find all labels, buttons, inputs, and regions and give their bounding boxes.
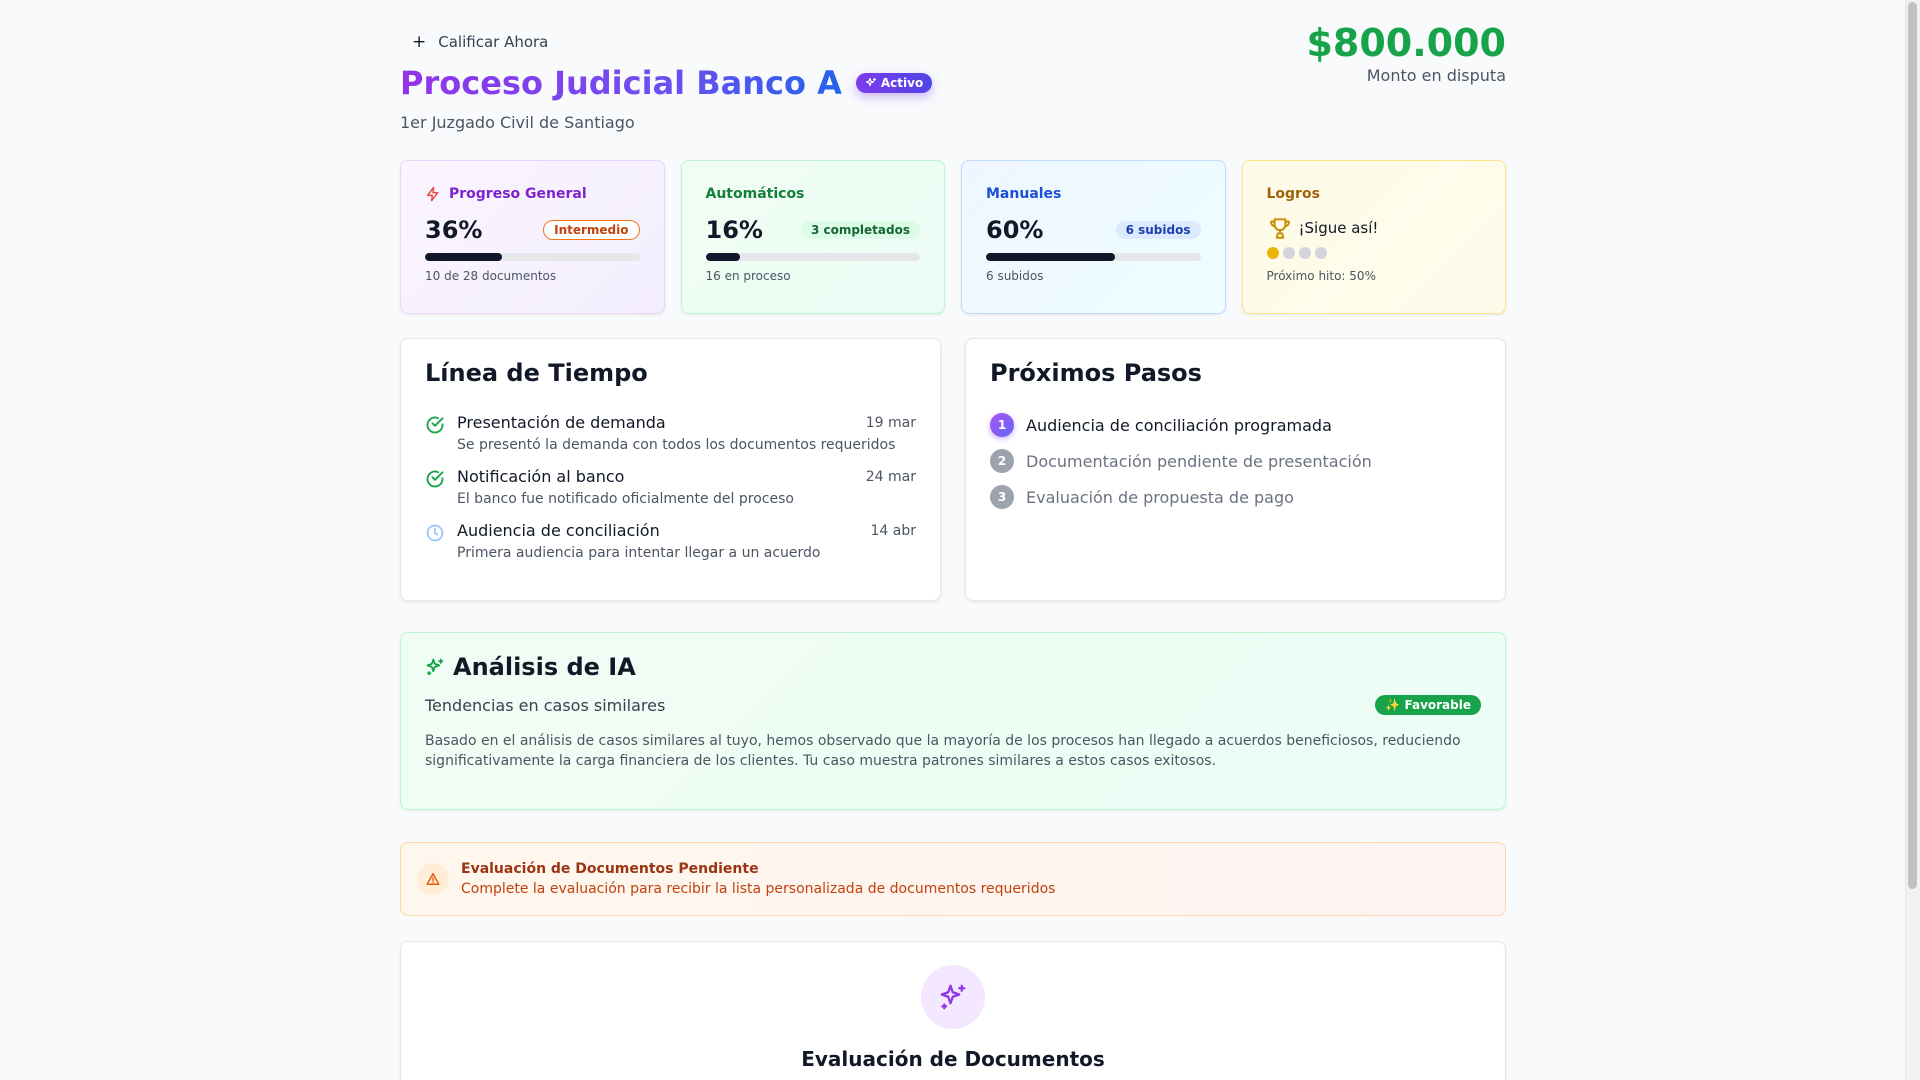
status-badge-label: Activo — [880, 76, 924, 90]
timeline-item-body: Presentación de demanda 19 mar Se presentó… — [457, 413, 916, 453]
lightning-icon — [426, 186, 439, 202]
next-steps-list: 1 Audiencia de conciliación programada 2 Do… — [990, 413, 1481, 509]
completed-badge: 3 completados — [800, 221, 920, 239]
automatic-docs-fill — [705, 253, 740, 261]
scrollbar-thumb[interactable] — [1908, 2, 1917, 889]
timeline-item-title: Presentación de demanda — [457, 413, 666, 432]
timeline-item-body: Audiencia de conciliación 14 abr Primera a… — [457, 521, 916, 561]
milestone-dot — [1266, 247, 1279, 259]
step-number: 1 — [990, 413, 1014, 437]
next-steps-panel: Próximos Pasos 1 Audiencia de conciliació… — [965, 338, 1506, 601]
step-label: Audiencia de conciliación programada — [1026, 415, 1332, 435]
general-progress-label: Progreso General — [449, 186, 587, 202]
timeline-item-title: Audiencia de conciliación — [457, 521, 660, 540]
general-progress-footer: 10 de 28 documentos — [425, 269, 557, 283]
check-circle-icon — [425, 415, 445, 435]
ai-analysis-title: Análisis de IA — [453, 653, 636, 681]
trophy-icon — [1269, 218, 1290, 239]
document-evaluation-title: Evaluación de Documentos — [801, 1047, 1105, 1071]
manual-docs-value: 60% — [986, 216, 1044, 244]
milestone-dot — [1282, 247, 1295, 259]
general-progress-fill — [425, 253, 503, 261]
panels-row: Línea de Tiempo Presentación de demanda 1… — [400, 338, 1506, 601]
timeline-item: Presentación de demanda 19 mar Se presentó… — [425, 413, 916, 453]
stats-row: Progreso General 36% Intermedio 10 de 28… — [400, 160, 1506, 314]
achievements-card: Logros ¡Sigue así! Próximo hito: 50% — [1241, 160, 1506, 314]
timeline-item-desc: Se presentó la demanda con todos los doc… — [457, 437, 896, 453]
milestone-dot — [1314, 247, 1327, 259]
title-row: Proceso Judicial Banco A Activo — [400, 64, 933, 102]
court-name: 1er Juzgado Civil de Santiago — [400, 113, 635, 132]
manual-docs-label: Manuales — [986, 186, 1062, 202]
timeline-list: Presentación de demanda 19 mar Se presentó… — [425, 413, 916, 561]
milestone-dots — [1266, 247, 1482, 259]
rate-now-button[interactable]: + Calificar Ahora — [400, 28, 548, 56]
timeline-item: Audiencia de conciliación 14 abr Primera a… — [425, 521, 916, 561]
next-milestone: Próximo hito: 50% — [1266, 269, 1376, 283]
achievement-message: ¡Sigue así! — [1298, 219, 1379, 237]
timeline-item-date: 19 mar — [865, 414, 916, 431]
ai-analysis-text: Basado en el análisis de casos similares… — [425, 733, 1461, 769]
general-progress-value: 36% — [425, 216, 483, 244]
sparkles-icon — [865, 77, 876, 87]
automatic-docs-bar — [705, 253, 920, 261]
next-step-item: 3 Evaluación de propuesta de pago — [990, 485, 1481, 509]
step-number: 2 — [990, 449, 1014, 473]
favorable-badge: ✨ Favorable — [1375, 695, 1481, 715]
automatic-docs-label: Automáticos — [705, 186, 805, 202]
automatic-docs-footer: 16 en proceso — [705, 269, 791, 283]
next-steps-title: Próximos Pasos — [990, 359, 1202, 387]
achievements-label: Logros — [1266, 186, 1320, 202]
timeline-panel: Línea de Tiempo Presentación de demanda 1… — [400, 338, 941, 601]
timeline-item-date: 14 abr — [870, 522, 917, 539]
milestone-dot — [1298, 247, 1311, 259]
step-number: 3 — [990, 485, 1014, 509]
sparkles-icon — [921, 965, 985, 1029]
rate-now-label: Calificar Ahora — [438, 33, 549, 51]
step-label: Documentación pendiente de presentación — [1026, 451, 1372, 471]
amount-block: $800.000 Monto en disputa — [1306, 20, 1506, 85]
page-scrollbar[interactable] — [1905, 0, 1920, 1080]
warning-icon — [417, 863, 449, 895]
plus-icon: + — [412, 31, 427, 52]
timeline-item: Notificación al banco 24 mar El banco fue … — [425, 467, 916, 507]
alert-title: Evaluación de Documentos Pendiente — [461, 861, 759, 877]
disputed-amount-label: Monto en disputa — [1366, 66, 1506, 85]
general-progress-card: Progreso General 36% Intermedio 10 de 28… — [400, 160, 665, 314]
alert-text: Complete la evaluación para recibir la l… — [461, 881, 1056, 897]
manual-docs-fill — [986, 253, 1115, 261]
ai-analysis-card: Análisis de IA Tendencias en casos simil… — [400, 632, 1506, 810]
next-step-item: 1 Audiencia de conciliación programada — [990, 413, 1481, 437]
uploaded-badge: 6 subidos — [1115, 221, 1201, 239]
status-badge: Activo — [855, 73, 933, 93]
automatic-docs-card: Automáticos 16% 3 completados 16 en proc… — [680, 160, 945, 314]
step-label: Evaluación de propuesta de pago — [1026, 487, 1294, 507]
disputed-amount: $800.000 — [1306, 21, 1506, 65]
timeline-item-desc: El banco fue notificado oficialmente del… — [457, 491, 794, 507]
timeline-item-title: Notificación al banco — [457, 467, 625, 486]
timeline-item-body: Notificación al banco 24 mar El banco fue … — [457, 467, 916, 507]
sparkles-icon — [426, 658, 444, 676]
general-progress-bar — [425, 253, 640, 261]
manual-docs-card: Manuales 60% 6 subidos 6 subidos — [961, 160, 1226, 314]
document-evaluation-card: Evaluación de Documentos — [400, 941, 1506, 1080]
manual-docs-footer: 6 subidos — [986, 269, 1044, 283]
timeline-title: Línea de Tiempo — [425, 359, 648, 387]
automatic-docs-value: 16% — [705, 216, 763, 244]
clock-icon — [425, 523, 445, 543]
pending-evaluation-alert: Evaluación de Documentos Pendiente Compl… — [400, 842, 1506, 916]
page-title: Proceso Judicial Banco A — [400, 64, 842, 102]
timeline-item-date: 24 mar — [865, 468, 916, 485]
timeline-item-desc: Primera audiencia para intentar llegar a… — [457, 545, 821, 561]
check-circle-icon — [425, 469, 445, 489]
ai-analysis-subtitle: Tendencias en casos similares — [425, 695, 666, 715]
level-badge: Intermedio — [543, 220, 640, 240]
manual-docs-bar — [986, 253, 1201, 261]
next-step-item: 2 Documentación pendiente de presentación — [990, 449, 1481, 473]
